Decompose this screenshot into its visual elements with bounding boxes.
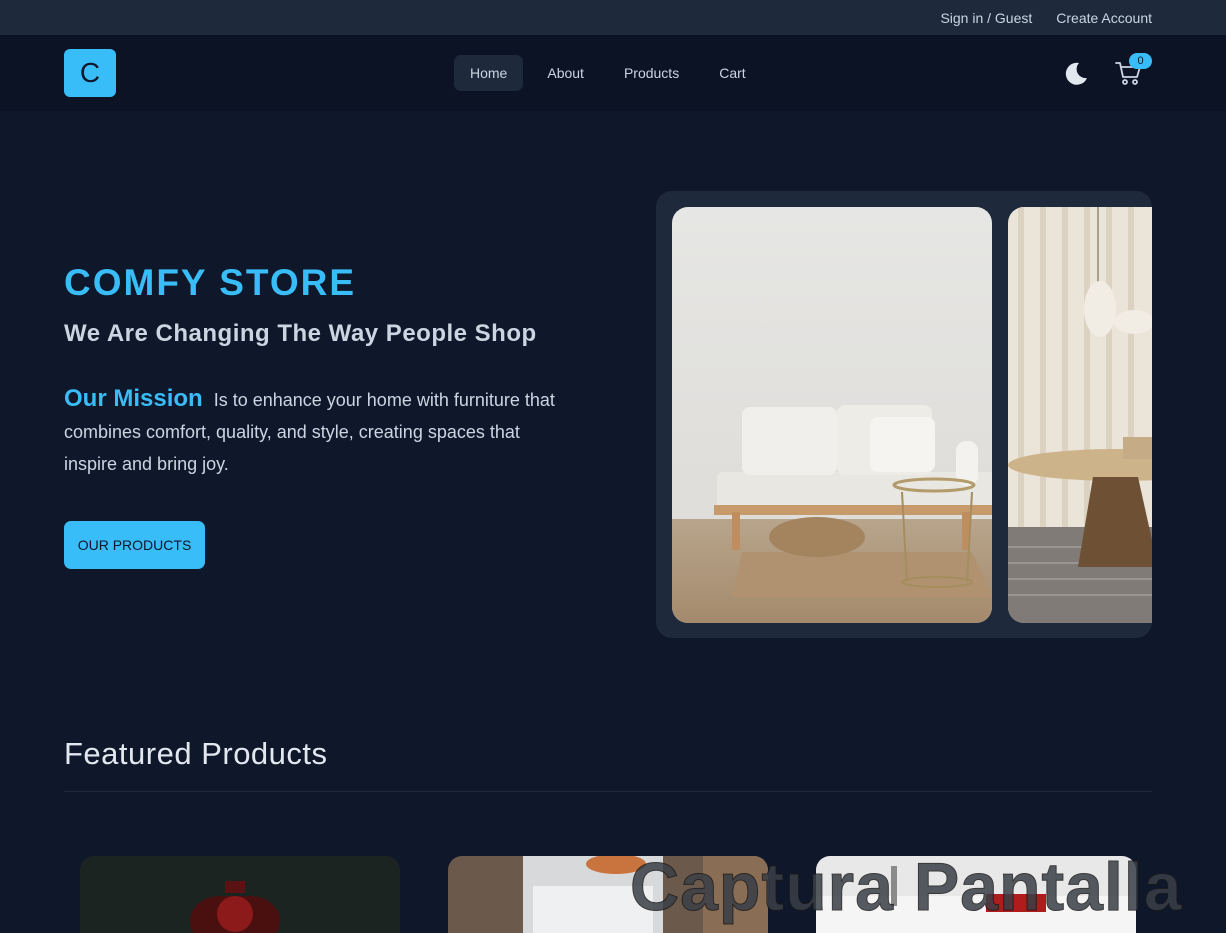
hero-title: COMFY STORE <box>64 262 357 303</box>
create-account-link[interactable]: Create Account <box>1056 10 1152 26</box>
hero-carousel[interactable] <box>656 191 1152 638</box>
moon-icon[interactable] <box>1062 59 1090 87</box>
logo[interactable]: C <box>64 49 116 97</box>
signin-link[interactable]: Sign in / Guest <box>940 10 1032 26</box>
nav-link-cart[interactable]: Cart <box>703 55 761 91</box>
carousel-image-sofa <box>672 207 992 623</box>
section-divider <box>64 791 1152 792</box>
top-bar: Sign in / Guest Create Account <box>0 0 1226 35</box>
hero-subtitle: We Are Changing The Way People Shop <box>64 320 537 347</box>
cart-count-badge: 0 <box>1129 53 1152 69</box>
nav-link-home[interactable]: Home <box>454 55 524 91</box>
nav-link-about[interactable]: About <box>531 55 600 91</box>
featured-products-title: Featured Products <box>64 736 328 771</box>
nav-links: Home About Products Cart <box>454 55 762 91</box>
mission-label: Our Mission <box>64 385 203 412</box>
navbar: C Home About Products Cart <box>0 35 1226 111</box>
our-products-button[interactable]: OUR PRODUCTS <box>64 521 205 569</box>
nav-link-products[interactable]: Products <box>608 55 695 91</box>
watermark: Captura Pantalla <box>630 849 1183 926</box>
mission-text: Our Mission Is to enhance your home with… <box>64 383 564 480</box>
carousel-image-dining <box>1008 207 1152 623</box>
product-card[interactable] <box>80 856 400 933</box>
